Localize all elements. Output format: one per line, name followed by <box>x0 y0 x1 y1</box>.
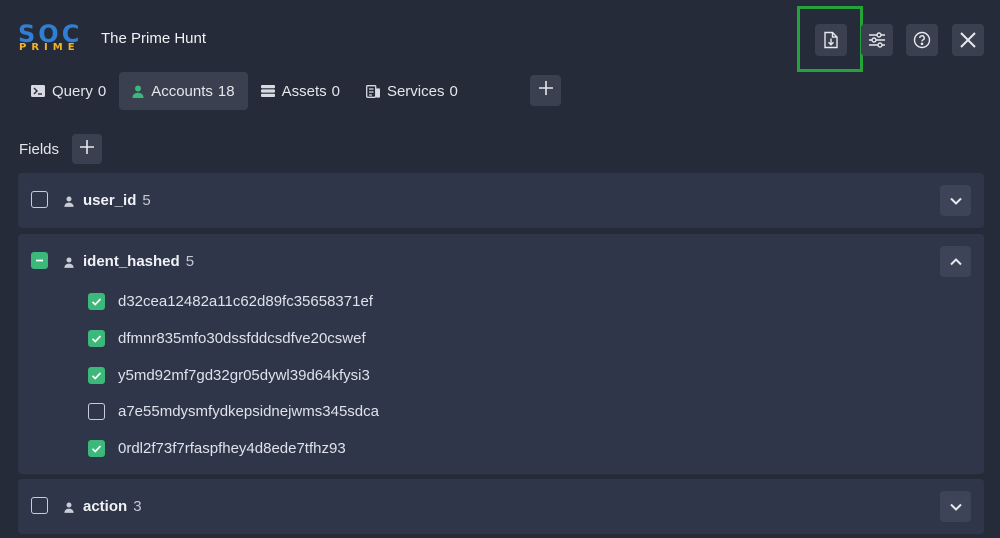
fields-label: Fields <box>19 141 60 158</box>
server-icon <box>260 85 275 97</box>
field-panel-ident-hashed: ident_hashed 5 d32cea12482a11c62d89fc3565… <box>18 234 984 474</box>
export-button[interactable] <box>815 24 847 56</box>
field-name-label: action <box>83 498 128 515</box>
value-text: d32cea12482a11c62d89fc35658371ef <box>118 293 373 310</box>
tab-bar: Query 0 Accounts 18 Assets 0 Services 0 <box>18 72 471 110</box>
help-circle-icon <box>913 31 931 49</box>
field-count: 5 <box>185 253 195 270</box>
sliders-icon <box>868 32 886 48</box>
tab-accounts-count: 18 <box>217 82 235 100</box>
tab-accounts-label: Accounts <box>151 82 213 100</box>
tab-services-count: 0 <box>449 82 458 100</box>
value-text: dfmnr835mfo30dssfddcsdfve20cswef <box>118 330 366 347</box>
terminal-icon <box>31 85 45 97</box>
field-checkbox-user-id[interactable] <box>31 191 48 208</box>
value-text: 0rdl2f73f7rfaspfhey4d8ede7tfhz93 <box>118 440 346 457</box>
field-checkbox-action[interactable] <box>31 497 48 514</box>
file-download-icon <box>823 31 839 49</box>
user-icon <box>64 255 74 273</box>
soc-prime-logo: SOC PRIME <box>18 20 88 54</box>
tab-services[interactable]: Services 0 <box>353 72 471 110</box>
field-name-label: user_id <box>83 192 137 209</box>
tab-assets[interactable]: Assets 0 <box>248 72 353 110</box>
user-icon <box>132 85 144 98</box>
field-checkbox-ident-hashed[interactable] <box>31 252 48 269</box>
logo-prime-text: PRIME <box>19 42 80 53</box>
close-icon <box>959 31 977 49</box>
value-text: a7e55mdysmfydkepsidnejwms345sdca <box>118 403 379 420</box>
value-checkbox[interactable] <box>88 403 105 420</box>
tab-query[interactable]: Query 0 <box>18 72 119 110</box>
value-checkbox[interactable] <box>88 293 105 310</box>
field-panel-user-id: user_id 5 <box>18 173 984 228</box>
add-field-button[interactable] <box>72 134 102 164</box>
expand-button-user-id[interactable] <box>940 185 971 216</box>
user-icon <box>64 194 74 212</box>
add-tab-button[interactable] <box>530 75 561 106</box>
app-title: The Prime Hunt <box>101 30 207 47</box>
field-name-user-id: user_id 5 <box>83 192 151 209</box>
collapse-button-ident-hashed[interactable] <box>940 246 971 277</box>
chevron-up-icon <box>949 253 962 271</box>
chevron-down-icon <box>949 498 962 516</box>
header: SOC PRIME The Prime Hunt <box>0 0 1000 78</box>
services-icon <box>366 84 380 98</box>
expand-button-action[interactable] <box>940 491 971 522</box>
field-name-action: action 3 <box>83 498 142 515</box>
tab-query-count: 0 <box>97 82 107 100</box>
tab-query-label: Query <box>52 82 93 100</box>
tab-services-label: Services <box>386 82 445 100</box>
tab-accounts[interactable]: Accounts 18 <box>119 72 248 110</box>
value-checkbox[interactable] <box>88 367 105 384</box>
help-button[interactable] <box>906 24 938 56</box>
settings-button[interactable] <box>861 24 893 56</box>
user-icon <box>64 500 74 518</box>
plus-icon <box>538 81 553 100</box>
tab-assets-count: 0 <box>331 82 340 100</box>
close-button[interactable] <box>952 24 984 56</box>
value-checkbox[interactable] <box>88 330 105 347</box>
chevron-down-icon <box>949 192 962 210</box>
field-name-label: ident_hashed <box>83 253 180 270</box>
tab-assets-label: Assets <box>281 82 327 100</box>
field-panel-action: action 3 <box>18 479 984 534</box>
field-count: 3 <box>133 498 142 515</box>
field-name-ident-hashed: ident_hashed 5 <box>83 253 194 270</box>
value-text: y5md92mf7gd32gr05dywl39d64kfysi3 <box>118 367 370 384</box>
plus-icon <box>80 139 94 159</box>
value-checkbox[interactable] <box>88 440 105 457</box>
field-count: 5 <box>142 192 151 209</box>
